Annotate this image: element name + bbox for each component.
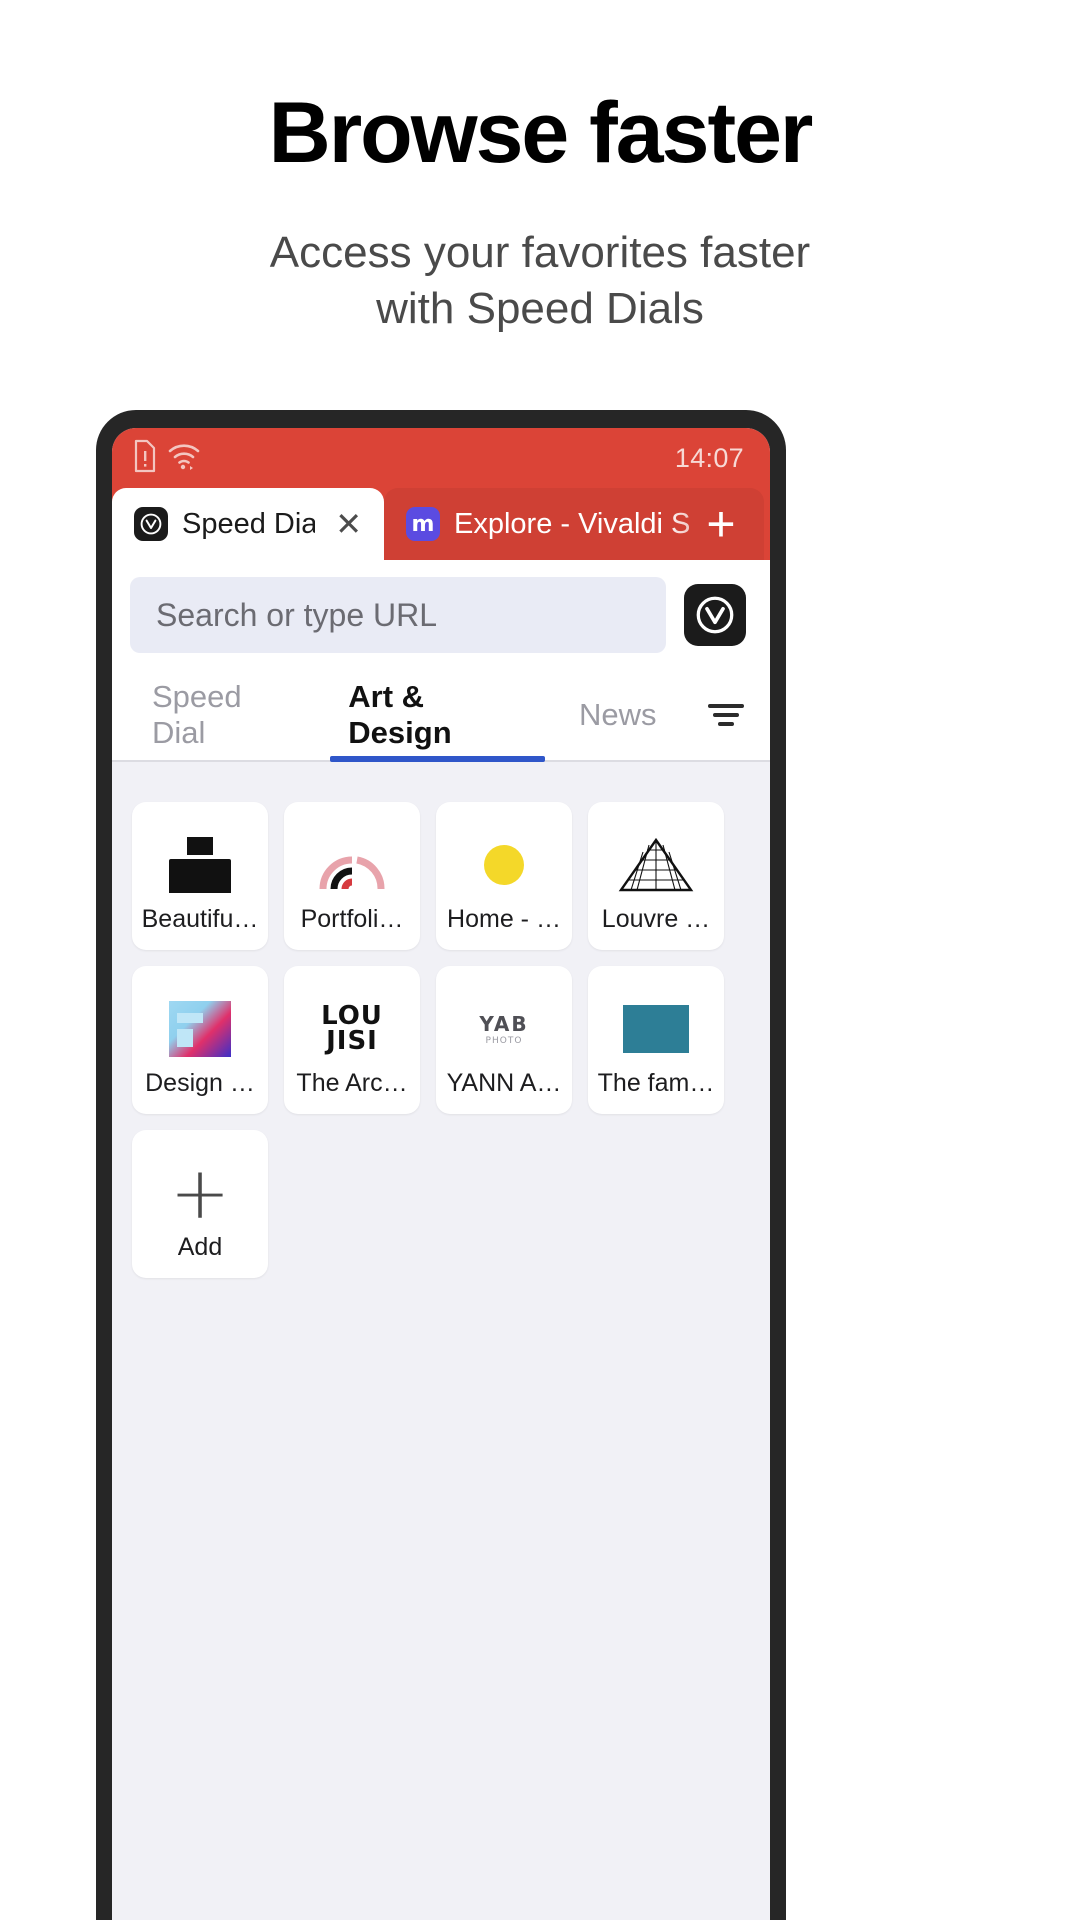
speed-dial-tile-label: Beautifu… (141, 905, 259, 933)
speed-dial-tile-label: The Arc… (296, 1069, 408, 1097)
rainbow-arc-logo-icon (290, 824, 414, 905)
speed-dial-grid: Beautifu… Portfoli… Home - … Louvre … De… (132, 802, 750, 1278)
filter-icon[interactable] (682, 670, 770, 760)
tab-speed-dial[interactable]: Speed Dial (126, 670, 322, 760)
sim-alert-icon (132, 439, 158, 478)
speed-dial-tile-the-arc[interactable]: LOU JISI The Arc… (284, 966, 420, 1114)
yellow-dot-logo-icon (442, 824, 566, 905)
browser-tab-strip: Speed Dial ✕ m Explore - Vivaldi S + (112, 488, 770, 560)
speed-dial-tile-design[interactable]: Design … (132, 966, 268, 1114)
plus-icon: + (169, 1150, 231, 1235)
speed-dial-tile-label: Louvre … (601, 905, 711, 933)
vivaldi-icon (134, 507, 168, 541)
speed-dial-add-tile[interactable]: + Add (132, 1130, 268, 1278)
status-bar: 14:07 (112, 428, 770, 488)
speed-dial-tile-label: Home - … (447, 905, 561, 933)
wifi-icon (167, 441, 201, 476)
subtitle-line-1: Access your favorites faster (269, 228, 811, 277)
unsplash-logo-icon (138, 824, 262, 905)
speed-dial-group-tabs: Speed Dial Art & Design News (112, 670, 770, 762)
speed-dial-area: Beautifu… Portfoli… Home - … Louvre … De… (112, 762, 770, 1920)
speed-dial-tile-yann[interactable]: YAB PHOTO YANN A… (436, 966, 572, 1114)
browser-tab-speed-dial[interactable]: Speed Dial ✕ (112, 488, 384, 560)
vivaldi-menu-icon[interactable] (684, 584, 746, 646)
search-input-placeholder: Search or type URL (156, 596, 438, 633)
status-bar-clock: 14:07 (674, 442, 744, 473)
status-bar-icons (132, 439, 201, 478)
address-bar-row: Search or type URL (112, 560, 770, 670)
speed-dial-tile-beautiful[interactable]: Beautifu… (132, 802, 268, 950)
speed-dial-tile-portfolio[interactable]: Portfoli… (284, 802, 420, 950)
gradient-square-logo-icon (138, 988, 262, 1069)
close-icon[interactable]: ✕ (329, 508, 368, 540)
speed-dial-add-label: Add (177, 1233, 223, 1261)
phone-mockup: 14:07 Speed Dial ✕ m Explore - Vivaldi S… (96, 410, 786, 1920)
yab-logo-icon: YAB PHOTO (479, 1011, 529, 1046)
browser-tab-title: Speed Dial (182, 507, 316, 540)
subtitle-line-2: with Speed Dials (376, 284, 704, 334)
speed-dial-tile-label: YANN A… (446, 1069, 562, 1097)
speed-dial-tile-home[interactable]: Home - … (436, 802, 572, 950)
louvre-pyramid-logo-icon (594, 824, 718, 905)
new-tab-button[interactable]: + (686, 488, 756, 560)
speed-dial-tile-the-family[interactable]: The fam… (588, 966, 724, 1114)
phone-screen: 14:07 Speed Dial ✕ m Explore - Vivaldi S… (112, 428, 770, 1920)
promo-screenshot: Browse faster Access your favorites fast… (0, 0, 1080, 1920)
tab-art-and-design[interactable]: Art & Design (322, 670, 553, 762)
teal-square-logo-icon (594, 988, 718, 1069)
loujisi-logo-icon: LOU JISI (321, 1000, 383, 1056)
speed-dial-tile-label: Design … (145, 1069, 255, 1097)
page-title: Browse faster (268, 85, 814, 181)
search-input[interactable]: Search or type URL (130, 577, 666, 653)
tab-news[interactable]: News (553, 670, 683, 760)
mastodon-icon: m (406, 507, 440, 541)
speed-dial-tile-label: The fam… (597, 1069, 715, 1097)
speed-dial-tile-louvre[interactable]: Louvre … (588, 802, 724, 950)
speed-dial-tile-label: Portfoli… (300, 905, 404, 933)
page-subtitle: Access your favorites faster with Speed … (0, 225, 1080, 338)
